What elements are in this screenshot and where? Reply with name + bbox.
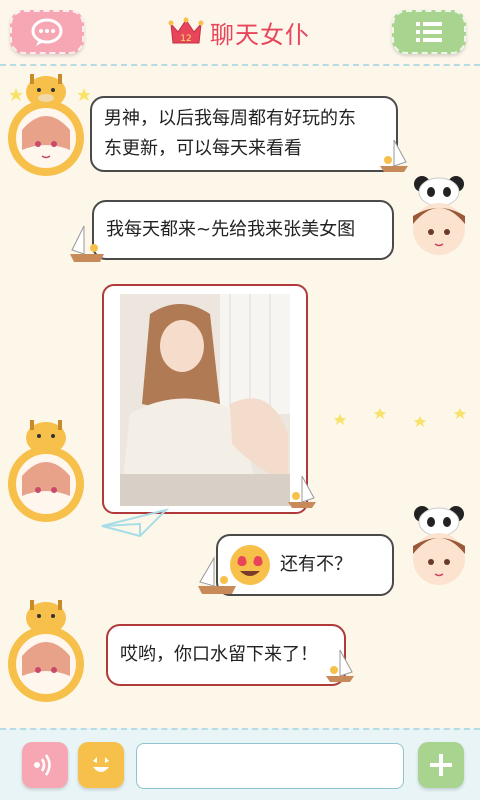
chat-area[interactable]: 男神，以后我每周都有好玩的东 东更新，可以每天来看看 我每天都来~先给我来张美女… xyxy=(0,68,480,728)
plus-icon xyxy=(430,754,452,776)
chat-button[interactable] xyxy=(10,10,84,54)
add-button[interactable] xyxy=(418,742,464,788)
boat-decoration-icon xyxy=(380,139,408,172)
message-text-5: 哎哟，你口水留下来了！ xyxy=(120,644,318,665)
message-input[interactable] xyxy=(136,743,404,789)
panda-boy-avatar-icon xyxy=(413,506,465,585)
giraffe-girl-avatar-icon xyxy=(8,74,84,176)
maid-avatar[interactable] xyxy=(6,416,86,522)
chat-bubble-icon xyxy=(31,18,63,46)
maid-avatar[interactable] xyxy=(6,70,86,176)
message-text-4: 还有不？ xyxy=(280,554,352,575)
header: 12 聊天女仆 xyxy=(0,0,480,66)
smiley-icon xyxy=(93,757,109,772)
paper-plane-decoration-icon xyxy=(101,508,170,538)
user-avatar[interactable] xyxy=(404,504,480,604)
input-bar xyxy=(0,728,480,800)
panda-boy-avatar-icon xyxy=(413,176,465,255)
star-decoration-icon xyxy=(10,88,90,101)
shared-photo[interactable] xyxy=(120,294,290,506)
crown-badge: 12 xyxy=(180,34,191,44)
star-trail-decoration-icon xyxy=(334,408,466,427)
message-bubble-1[interactable]: 男神，以后我每周都有好玩的东 东更新，可以每天来看看 xyxy=(90,96,398,172)
boat-decoration-icon xyxy=(288,475,316,508)
boat-decoration-icon xyxy=(326,649,354,682)
giraffe-girl-avatar-icon xyxy=(8,600,84,702)
menu-button[interactable] xyxy=(392,10,466,54)
menu-icon xyxy=(416,22,442,42)
user-avatar[interactable] xyxy=(404,174,480,274)
message-text-1a: 男神，以后我每周都有好玩的东 xyxy=(104,108,356,129)
voice-button[interactable] xyxy=(22,742,68,788)
message-bubble-5[interactable]: 哎哟，你口水留下来了！ xyxy=(106,624,346,686)
crown-icon: 12 xyxy=(168,17,204,44)
image-message-bubble[interactable] xyxy=(102,284,308,514)
maid-avatar[interactable] xyxy=(6,596,86,702)
giraffe-girl-avatar-icon xyxy=(8,420,84,522)
title-area: 12 聊天女仆 xyxy=(168,12,310,52)
emoji-button[interactable] xyxy=(78,742,124,788)
message-text-1b: 东更新，可以每天来看看 xyxy=(104,138,302,159)
message-text-2: 我每天都来~先给我来张美女图 xyxy=(106,219,356,240)
page-title: 聊天女仆 xyxy=(210,20,310,49)
boat-decoration-icon xyxy=(70,225,104,262)
message-bubble-4[interactable]: 还有不？ xyxy=(216,534,394,596)
message-bubble-2[interactable]: 我每天都来~先给我来张美女图 xyxy=(92,200,394,260)
boat-decoration-icon xyxy=(198,556,236,594)
voice-icon xyxy=(34,754,51,776)
